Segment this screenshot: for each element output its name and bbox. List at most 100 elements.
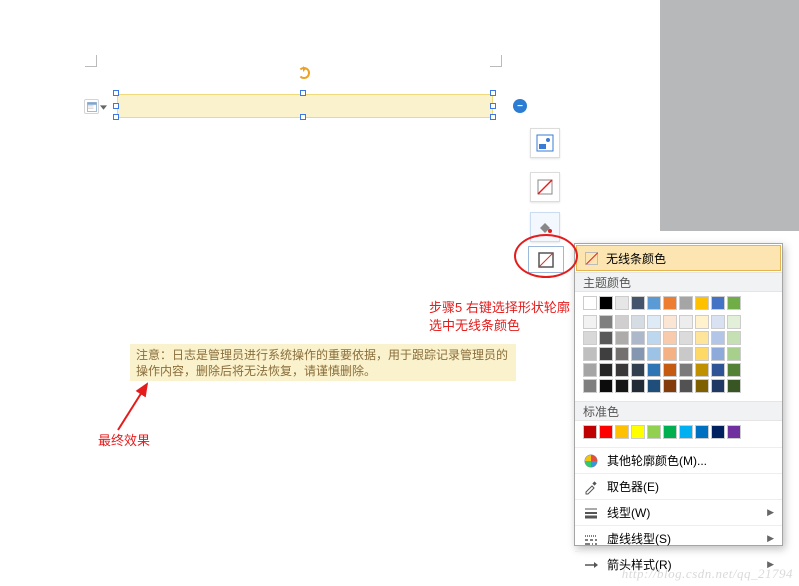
color-swatch[interactable] [615, 315, 629, 329]
line-weight-option[interactable]: 线型(W) ▶ [575, 499, 782, 525]
resize-handle-e[interactable] [490, 103, 496, 109]
color-swatch[interactable] [695, 363, 709, 377]
color-swatch[interactable] [631, 347, 645, 361]
color-swatch[interactable] [647, 379, 661, 393]
theme-colors-header: 主题颜色 [575, 272, 782, 292]
color-swatch[interactable] [679, 315, 693, 329]
color-swatch[interactable] [679, 363, 693, 377]
color-swatch[interactable] [679, 379, 693, 393]
color-swatch[interactable] [647, 296, 661, 310]
color-swatch[interactable] [711, 296, 725, 310]
color-swatch[interactable] [695, 296, 709, 310]
color-swatch[interactable] [599, 296, 613, 310]
resize-handle-nw[interactable] [113, 90, 119, 96]
color-swatch[interactable] [695, 347, 709, 361]
submenu-caret-icon: ▶ [767, 533, 774, 544]
color-swatch[interactable] [583, 331, 597, 345]
color-swatch[interactable] [727, 379, 741, 393]
color-swatch[interactable] [647, 315, 661, 329]
color-swatch[interactable] [695, 425, 709, 439]
color-swatch[interactable] [631, 296, 645, 310]
color-swatch[interactable] [711, 379, 725, 393]
color-swatch[interactable] [695, 331, 709, 345]
color-swatch[interactable] [647, 331, 661, 345]
watermark-text: http://blog.csdn.net/qq_21794 [622, 566, 793, 582]
resize-handle-s[interactable] [300, 114, 306, 120]
color-swatch[interactable] [583, 363, 597, 377]
color-swatch[interactable] [727, 296, 741, 310]
color-swatch[interactable] [615, 425, 629, 439]
color-swatch[interactable] [583, 425, 597, 439]
color-swatch[interactable] [583, 296, 597, 310]
annotation-step5-line2: 选中无线条颜色 [429, 318, 520, 333]
layout-options-button[interactable] [84, 99, 99, 114]
color-swatch[interactable] [663, 296, 677, 310]
eyedropper-option[interactable]: 取色器(E) [575, 473, 782, 499]
color-wheel-icon [583, 453, 599, 469]
color-swatch[interactable] [727, 347, 741, 361]
color-swatch[interactable] [711, 363, 725, 377]
color-swatch[interactable] [711, 347, 725, 361]
color-swatch[interactable] [631, 379, 645, 393]
color-swatch[interactable] [679, 296, 693, 310]
color-swatch[interactable] [615, 363, 629, 377]
color-swatch[interactable] [663, 331, 677, 345]
color-swatch[interactable] [615, 379, 629, 393]
color-swatch[interactable] [695, 315, 709, 329]
color-swatch[interactable] [695, 379, 709, 393]
color-swatch[interactable] [663, 425, 677, 439]
color-swatch[interactable] [647, 363, 661, 377]
color-swatch[interactable] [615, 296, 629, 310]
color-swatch[interactable] [727, 363, 741, 377]
color-swatch[interactable] [599, 379, 613, 393]
color-swatch[interactable] [727, 315, 741, 329]
resize-handle-ne[interactable] [490, 90, 496, 96]
collapse-handle-icon[interactable]: − [513, 99, 527, 113]
resize-handle-n[interactable] [300, 90, 306, 96]
color-swatch[interactable] [599, 331, 613, 345]
color-swatch[interactable] [679, 331, 693, 345]
line-weight-label: 线型(W) [607, 504, 650, 521]
color-swatch[interactable] [647, 425, 661, 439]
shape-effects-button[interactable] [530, 212, 560, 242]
shape-fill-button[interactable] [530, 172, 560, 202]
rotate-handle-icon[interactable] [298, 67, 310, 79]
color-swatch[interactable] [583, 315, 597, 329]
color-swatch[interactable] [599, 315, 613, 329]
no-outline-option[interactable]: 无线条颜色 [576, 245, 781, 271]
color-swatch[interactable] [711, 425, 725, 439]
color-swatch[interactable] [727, 425, 741, 439]
no-outline-label: 无线条颜色 [606, 250, 666, 267]
color-swatch[interactable] [679, 425, 693, 439]
color-swatch[interactable] [663, 315, 677, 329]
dropdown-caret-icon[interactable] [100, 105, 107, 110]
document-canvas[interactable] [0, 0, 660, 586]
color-swatch[interactable] [631, 425, 645, 439]
color-swatch[interactable] [615, 331, 629, 345]
color-swatch[interactable] [631, 363, 645, 377]
shape-outline-button[interactable] [528, 246, 564, 273]
color-swatch[interactable] [631, 331, 645, 345]
resize-handle-w[interactable] [113, 103, 119, 109]
style-gallery-button[interactable] [530, 128, 560, 158]
color-swatch[interactable] [663, 379, 677, 393]
color-swatch[interactable] [583, 379, 597, 393]
color-swatch[interactable] [679, 347, 693, 361]
color-swatch[interactable] [583, 347, 597, 361]
dashes-option[interactable]: 虚线线型(S) ▶ [575, 525, 782, 551]
color-swatch[interactable] [663, 363, 677, 377]
color-swatch[interactable] [599, 363, 613, 377]
color-swatch[interactable] [727, 331, 741, 345]
color-swatch[interactable] [647, 347, 661, 361]
resize-handle-sw[interactable] [113, 114, 119, 120]
color-swatch[interactable] [599, 425, 613, 439]
color-swatch[interactable] [711, 315, 725, 329]
color-swatch[interactable] [631, 315, 645, 329]
color-swatch[interactable] [615, 347, 629, 361]
submenu-caret-icon: ▶ [767, 507, 774, 518]
color-swatch[interactable] [711, 331, 725, 345]
color-swatch[interactable] [599, 347, 613, 361]
resize-handle-se[interactable] [490, 114, 496, 120]
color-swatch[interactable] [663, 347, 677, 361]
more-outline-colors[interactable]: 其他轮廓颜色(M)... [575, 447, 782, 473]
